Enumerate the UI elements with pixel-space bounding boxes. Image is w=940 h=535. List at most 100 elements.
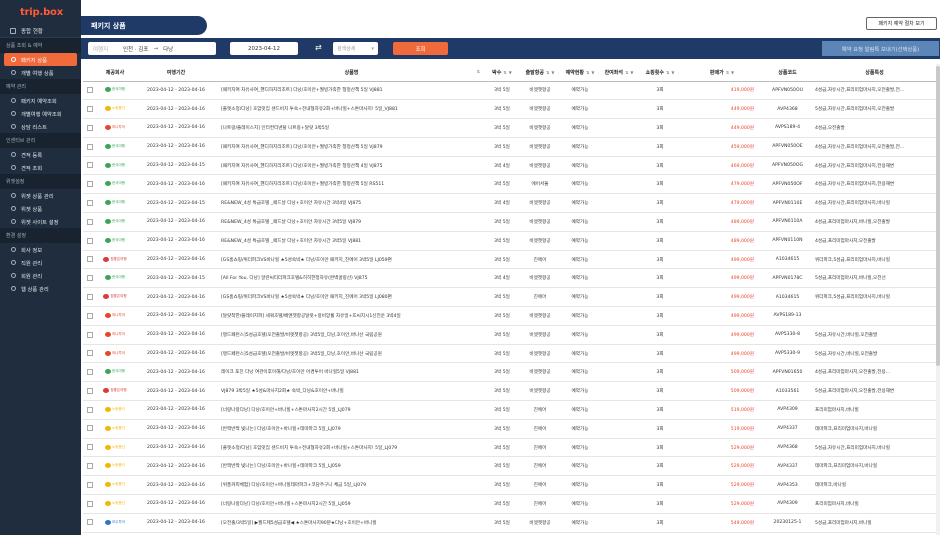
cell-name[interactable]: 레이크 포진 다낭 여관이후이해/다낭/호이안 어경투어 바나힐5일 VJ881 [219, 362, 484, 383]
row-checkbox[interactable] [87, 463, 93, 470]
cell-name[interactable]: [패키지여 자유사여_핸디하지리조트] 다낭/호이안+월빙가족한 청정산책 5일… [219, 137, 484, 157]
date-input[interactable]: 2023-04-12 [230, 42, 298, 55]
cell-name[interactable]: [패키지여 자유사여_핸디하지리조트] 다낭/호이안+월빙가족한 청정산책 4일… [219, 156, 484, 176]
column-header[interactable]: 쇼핑횟수 ⇅ ▼ [638, 64, 682, 82]
column-header[interactable]: 예약현황 ⇅ ▼ [560, 64, 600, 82]
row-checkbox[interactable] [87, 143, 93, 150]
sidebar-item[interactable]: 패키지 상품 [4, 53, 77, 66]
row-checkbox[interactable] [87, 256, 93, 263]
row-checkbox[interactable] [87, 331, 93, 338]
cell-name[interactable]: [랭드페런스]5성급호텔(오전출발/비엣젯항공) 3박5일_다낭,호이안,바나산… [219, 344, 484, 364]
cell-name[interactable]: [너랑나랑다낭] 다낭/호이안+바나힐+스톤마사지2시간 5일_LJ059 [219, 494, 484, 514]
cell-name[interactable]: [All For You. 다낭] 알란씨티더파크호텔&히히한정자유(완벽골랑선… [219, 268, 484, 289]
table-row[interactable]: 노랑풍선 2023-04-12 - 2023-04-16 [위풍커피체험] 다낭/호… [83, 475, 936, 496]
table-row[interactable]: 참좋은여행 2023-04-12 - 2023-04-16 [GS홈쇼핑/위더파크V… [83, 250, 936, 270]
sort-icon[interactable]: ⇅ [586, 70, 589, 75]
sidebar-item[interactable]: 웹 상품 관리 [0, 282, 81, 295]
sidebar-item[interactable]: 위젯 상품 관리 [0, 189, 81, 202]
sort-icon[interactable]: ⇅ [666, 70, 669, 75]
sidebar-item[interactable]: 견적 등록 [0, 148, 81, 161]
table-row[interactable]: 하나투어 2023-04-12 - 2023-04-16 [달랏착한/플레이지파] … [83, 306, 936, 326]
table-row[interactable]: 한국여행 2023-04-12 - 2023-04-15 [패키지여 자유사여_핸디… [83, 156, 936, 176]
table-row[interactable]: 한국여행 2023-04-12 - 2023-04-16 RE&NEW_4성 특급호… [83, 231, 936, 251]
filter-icon[interactable]: ▼ [671, 70, 674, 75]
column-header[interactable]: 상품코드 [762, 64, 813, 82]
sidebar-item[interactable]: 직원 관리 [0, 256, 81, 269]
row-checkbox[interactable] [87, 87, 93, 94]
column-header[interactable]: 출발항공 ⇅ ▼ [520, 64, 560, 82]
logo[interactable]: trip.box [0, 0, 81, 24]
sidebar-item[interactable]: 회사 정보 [0, 243, 81, 256]
cell-name[interactable]: [플렛소정/다낭] 호암맛집 샌드비치 투숙+전내형자유2회+바나힐+스톤마사지… [219, 438, 484, 458]
column-header[interactable]: 상품특성 [813, 64, 936, 82]
column-header[interactable]: 판매가 ⇅ ▼ [682, 64, 762, 82]
swap-icon[interactable]: ⇄ [315, 44, 322, 52]
cell-name[interactable]: RE&NEW_4성 특급호텔 _페드날 다낭+호이안 자유시간 3박5일 VJ8… [219, 212, 484, 232]
filter-icon[interactable]: ▼ [630, 70, 633, 75]
table-row[interactable]: 노랑풍선 2023-04-12 - 2023-04-16 [너랑나랑다낭] 다낭/호… [83, 400, 936, 420]
cell-name[interactable]: [반짝반짝 빛나는] 다낭/호이안+바나힐+테마파크 5일_LJ079 [219, 419, 484, 439]
table-row[interactable]: 한국여행 2023-04-12 - 2023-04-15 [All For You.… [83, 268, 936, 289]
sort-icon[interactable]: ⇅ [625, 70, 628, 75]
filter-icon[interactable]: ▼ [551, 70, 554, 75]
column-header[interactable]: 제공회사 [97, 64, 133, 82]
send-booking-request-button[interactable]: 예약 요청 알림톡 보내기(선택상품) [822, 41, 939, 56]
table-row[interactable]: 하나투어 2023-04-12 - 2023-04-16 [랭드페런스]5성급호텔(… [83, 325, 936, 345]
row-checkbox[interactable] [87, 312, 93, 319]
table-row[interactable]: 한국여행 2023-04-12 - 2023-04-16 [패키지여 자유사여_핸디… [83, 81, 936, 101]
filter-icon[interactable]: ▼ [509, 70, 512, 75]
filter-icon[interactable]: ▼ [591, 70, 594, 75]
row-checkbox[interactable] [87, 444, 93, 451]
row-checkbox[interactable] [87, 124, 93, 131]
cell-name[interactable]: [랭드페런스]5성급호텔(오전출발/비엣젯항공) 3박5일_다낭,호이안,바나산… [219, 325, 484, 345]
row-checkbox[interactable] [87, 293, 93, 300]
column-header[interactable]: 박수 ⇅ ▼ [484, 64, 520, 82]
cell-name[interactable]: RE&NEW_4성 특급호텔 _페드날 다낭+호이안 자유시간 3박4일 VJ8… [219, 193, 484, 214]
sidebar-item[interactable]: 회원 관리 [0, 269, 81, 282]
table-row[interactable]: 한국여행 2023-04-12 - 2023-04-16 레이크 포진 다낭 여관이… [83, 362, 936, 383]
row-checkbox[interactable] [87, 500, 93, 507]
table-row[interactable]: 노랑풍선 2023-04-12 - 2023-04-16 [너랑나랑다낭] 다낭/호… [83, 494, 936, 514]
table-row[interactable]: 모두투어 2023-04-12 - 2023-04-16 [오전출/3박5일] ▶월… [83, 513, 936, 533]
scrollbar-thumb[interactable] [936, 66, 940, 366]
row-checkbox[interactable] [87, 387, 93, 394]
sidebar-item[interactable]: 패키지 예약조회 [0, 94, 81, 107]
table-row[interactable]: 한국여행 2023-04-12 - 2023-04-16 RE&NEW_4성 특급호… [83, 212, 936, 232]
sidebar-item[interactable]: 상담 리스트 [0, 120, 81, 133]
booking-guide-button[interactable]: 패키지 예약 절차 보기 [866, 17, 937, 30]
sort-icon[interactable]: ⇅ [503, 70, 506, 75]
route-selector[interactable]: 여행지 인천 · 김포 → 다낭 [88, 42, 216, 55]
row-checkbox[interactable] [87, 275, 93, 282]
row-checkbox[interactable] [87, 105, 93, 112]
column-header[interactable]: 상품명 ⇅ [219, 64, 484, 82]
table-row[interactable]: 참좋은여행 2023-04-12 - 2023-04-16 [GS홈쇼핑/위더파크V… [83, 287, 936, 308]
row-checkbox[interactable] [87, 199, 93, 206]
sidebar-item[interactable]: 개별 여행 상품 [0, 66, 81, 79]
table-row[interactable]: 노랑풍선 2023-04-12 - 2023-04-16 [반짝반짝 빛나는] 다낭… [83, 456, 936, 477]
sidebar-item[interactable]: 위젯 상품 [0, 202, 81, 215]
row-checkbox[interactable] [87, 481, 93, 488]
table-row[interactable]: 노랑풍선 2023-04-12 - 2023-04-16 [반짝반짝 빛나는] 다낭… [83, 419, 936, 439]
sidebar-item[interactable]: 위젯 사이트 설정 [0, 215, 81, 228]
cell-name[interactable]: [패키지여 자유사여_핸디하지리조트] 다낭/호이안+월빙가족한 청정산책 5일… [219, 81, 484, 101]
cell-name[interactable]: [GS홈쇼핑/위더파크VS바나힐 ★5성숙박★ 다낭/호이안 패키지_진에어 3… [219, 250, 484, 270]
row-checkbox[interactable] [87, 237, 93, 244]
table-row[interactable]: 한국여행 2023-04-12 - 2023-04-16 [패키지여 자유사여_핸디… [83, 174, 936, 195]
search-detail-select[interactable]: 검색상세 ▾ [333, 42, 378, 55]
cell-name[interactable]: [플렛소정/다낭] 호암맛집 샌드비치 투숙+전내형자유2회+바나힐+스톤마사지… [219, 99, 484, 120]
table-row[interactable]: 하나투어 2023-04-12 - 2023-04-16 [나트랑/플레이스지] 인… [83, 118, 936, 138]
row-checkbox[interactable] [87, 162, 93, 169]
table-row[interactable]: 노랑풍선 2023-04-12 - 2023-04-16 [플렛소정/다낭] 호암맛… [83, 99, 936, 120]
cell-name[interactable]: [나트랑/플레이스지] 인터컨티넨탈 나트랑+달랏 3박5일 [219, 118, 484, 138]
sort-icon[interactable]: ⇅ [477, 69, 480, 74]
sidebar-item-dashboard[interactable]: 종합 현황 [0, 24, 81, 38]
cell-name[interactable]: [패키지여 자유사여_핸디하지리조트] 다낭/호이안+월빙가족한 청정산책 5일… [219, 174, 484, 195]
cell-name[interactable]: [달랏착한/플레이지파] 세쿼호텔/베앤젯항공달랏+랑비앙휠 자유일+뜨씨지시1… [219, 306, 484, 326]
sidebar-item[interactable]: 견적 조회 [0, 161, 81, 174]
sort-icon[interactable]: ⇅ [726, 70, 729, 75]
cell-name[interactable]: [GS홈쇼핑/위더파크VS바나힐 ★5성숙박★ 다낭/호이안 패키지_진에어 3… [219, 287, 484, 308]
column-header[interactable]: 잔여좌석 ⇅ ▼ [600, 64, 638, 82]
cell-name[interactable]: [반짝반짝 빛나는] 다낭/호이안+바나힐+테마파크 5일_LJ059 [219, 456, 484, 477]
row-checkbox[interactable] [87, 218, 93, 225]
search-button[interactable]: 조회 [393, 42, 448, 55]
